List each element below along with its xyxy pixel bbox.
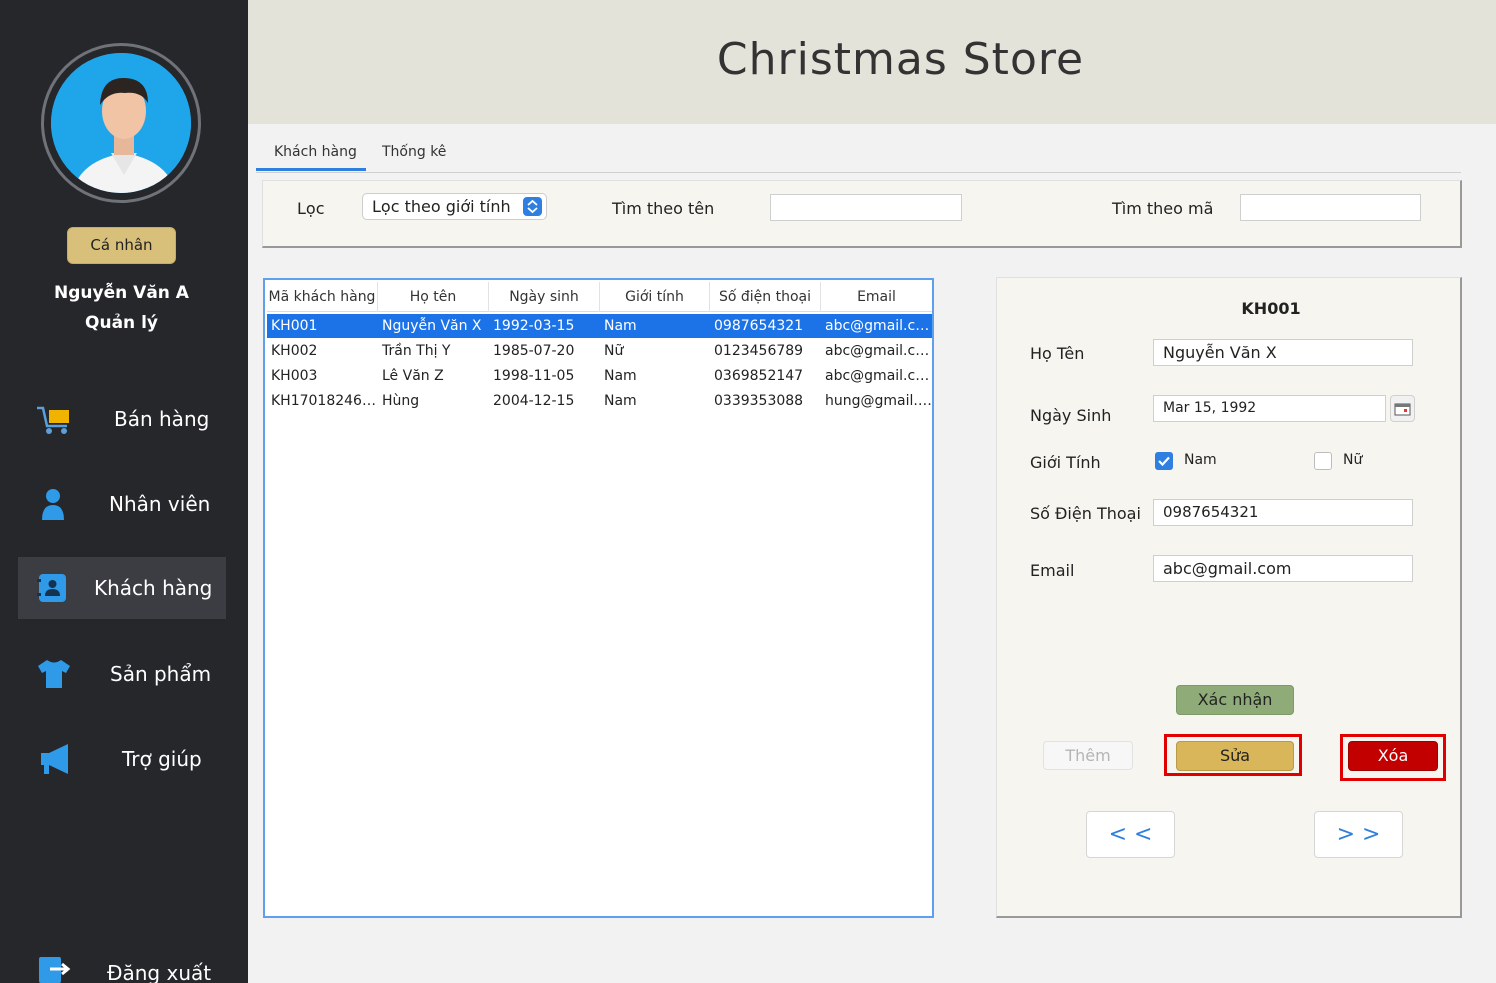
tab-baseline [256,172,1461,173]
table-header: Mã khách hàng Họ tên Ngày sinh Giới tính… [267,282,932,312]
sidebar-item-customers[interactable]: Khách hàng [18,557,226,619]
dob-label: Ngày Sinh [1030,406,1112,425]
gender-label: Giới Tính [1030,453,1101,472]
cell-gender: Nam [604,393,637,409]
table-row[interactable]: KH002 Trần Thị Y 1985-07-20 Nữ 012345678… [267,339,932,363]
tab-customers[interactable]: Khách hàng [274,144,357,160]
sidebar-item-label: Bán hàng [114,407,210,431]
male-checkbox[interactable] [1155,452,1173,470]
logout-button[interactable]: Đăng xuất [18,941,226,983]
app-title: Christmas Store [716,34,1085,85]
cell-email: hung@gmail.c... [825,393,932,409]
email-label: Email [1030,561,1075,580]
cell-email: abc@gmail.co... [825,368,932,384]
cell-gender: Nữ [604,343,624,359]
avatar [41,43,201,203]
gender-filter-value: Lọc theo giới tính [372,197,511,216]
table-row[interactable]: KH001 Nguyễn Văn X 1992-03-15 Nam 098765… [267,314,932,338]
search-id-input[interactable] [1240,194,1421,221]
cell-dob: 1992-03-15 [493,318,575,334]
email-field[interactable]: abc@gmail.com [1153,555,1413,582]
table-row[interactable]: KH1701824667... Hùng 2004-12-15 Nam 0339… [267,389,932,413]
customer-id: KH001 [1241,299,1301,318]
search-id-label: Tìm theo mã [1112,199,1214,218]
delete-button[interactable]: Xóa [1348,741,1438,771]
column-header-name[interactable]: Họ tên [378,282,489,312]
add-button[interactable]: Thêm [1043,741,1133,770]
column-header-email[interactable]: Email [821,282,932,312]
previous-button[interactable]: < < [1086,811,1175,858]
user-name: Nguyễn Văn A [54,283,189,303]
cell-gender: Nam [604,318,637,334]
edit-button[interactable]: Sửa [1176,741,1294,771]
sidebar-item-employees[interactable]: Nhân viên [18,473,226,535]
logout-label: Đăng xuất [107,961,212,983]
sidebar-item-label: Khách hàng [94,576,213,600]
sidebar-item-label: Nhân viên [109,492,211,516]
cell-email: abc@gmail.co... [825,343,932,359]
search-name-label: Tìm theo tên [612,199,715,218]
cell-id: KH001 [271,318,318,334]
user-role: Quản lý [85,313,158,333]
avatar-photo [51,53,191,193]
app-header: Christmas Store [248,0,1496,124]
phone-field[interactable]: 0987654321 [1153,499,1413,526]
checkmark-icon [1158,456,1170,467]
column-header-phone[interactable]: Số điện thoại [710,282,821,312]
cell-dob: 2004-12-15 [493,393,575,409]
dob-field[interactable]: Mar 15, 1992 [1153,395,1386,422]
profile-button[interactable]: Cá nhân [67,227,176,264]
cell-phone: 0123456789 [714,343,804,359]
tab-statistics[interactable]: Thống kê [382,144,446,160]
name-field[interactable]: Nguyễn Văn X [1153,339,1413,366]
column-header-id[interactable]: Mã khách hàng [267,282,378,312]
cell-gender: Nam [604,368,637,384]
filter-label: Lọc [297,199,325,218]
gender-filter-select[interactable]: Lọc theo giới tính [362,193,547,220]
sidebar-item-label: Sản phẩm [110,662,212,686]
male-option-label: Nam [1184,452,1217,468]
cell-id: KH003 [271,368,318,384]
calendar-icon [1394,403,1411,416]
cell-phone: 0987654321 [714,318,804,334]
chevron-updown-icon [523,197,542,216]
cell-name: Hùng [382,393,420,409]
cell-dob: 1998-11-05 [493,368,575,384]
sidebar-item-products[interactable]: Sản phẩm [18,643,226,705]
next-button[interactable]: > > [1314,811,1403,858]
cell-email: abc@gmail.co... [825,318,932,334]
cell-name: Lê Văn Z [382,368,444,384]
search-name-input[interactable] [770,194,962,221]
cell-name: Nguyễn Văn X [382,318,482,334]
active-tab-indicator [256,168,366,171]
sidebar: Cá nhân Nguyễn Văn A Quản lý Bán hàng Nh… [0,0,248,983]
column-header-gender[interactable]: Giới tính [600,282,710,312]
cell-id: KH002 [271,343,318,359]
phone-label: Số Điện Thoại [1030,504,1141,523]
cell-dob: 1985-07-20 [493,343,575,359]
sidebar-item-label: Trợ giúp [122,747,202,771]
cell-phone: 0339353088 [714,393,804,409]
confirm-button[interactable]: Xác nhận [1176,685,1294,715]
female-option-label: Nữ [1343,452,1363,468]
sidebar-item-sales[interactable]: Bán hàng [18,388,226,450]
cell-name: Trần Thị Y [382,343,451,359]
customer-table[interactable]: Mã khách hàng Họ tên Ngày sinh Giới tính… [263,278,934,918]
name-label: Họ Tên [1030,344,1085,363]
sidebar-item-help[interactable]: Trợ giúp [18,728,226,790]
female-checkbox[interactable] [1314,452,1332,470]
calendar-button[interactable] [1390,395,1415,422]
cell-id: KH1701824667... [271,393,378,409]
table-row[interactable]: KH003 Lê Văn Z 1998-11-05 Nam 0369852147… [267,364,932,388]
column-header-dob[interactable]: Ngày sinh [489,282,600,312]
cell-phone: 0369852147 [714,368,804,384]
